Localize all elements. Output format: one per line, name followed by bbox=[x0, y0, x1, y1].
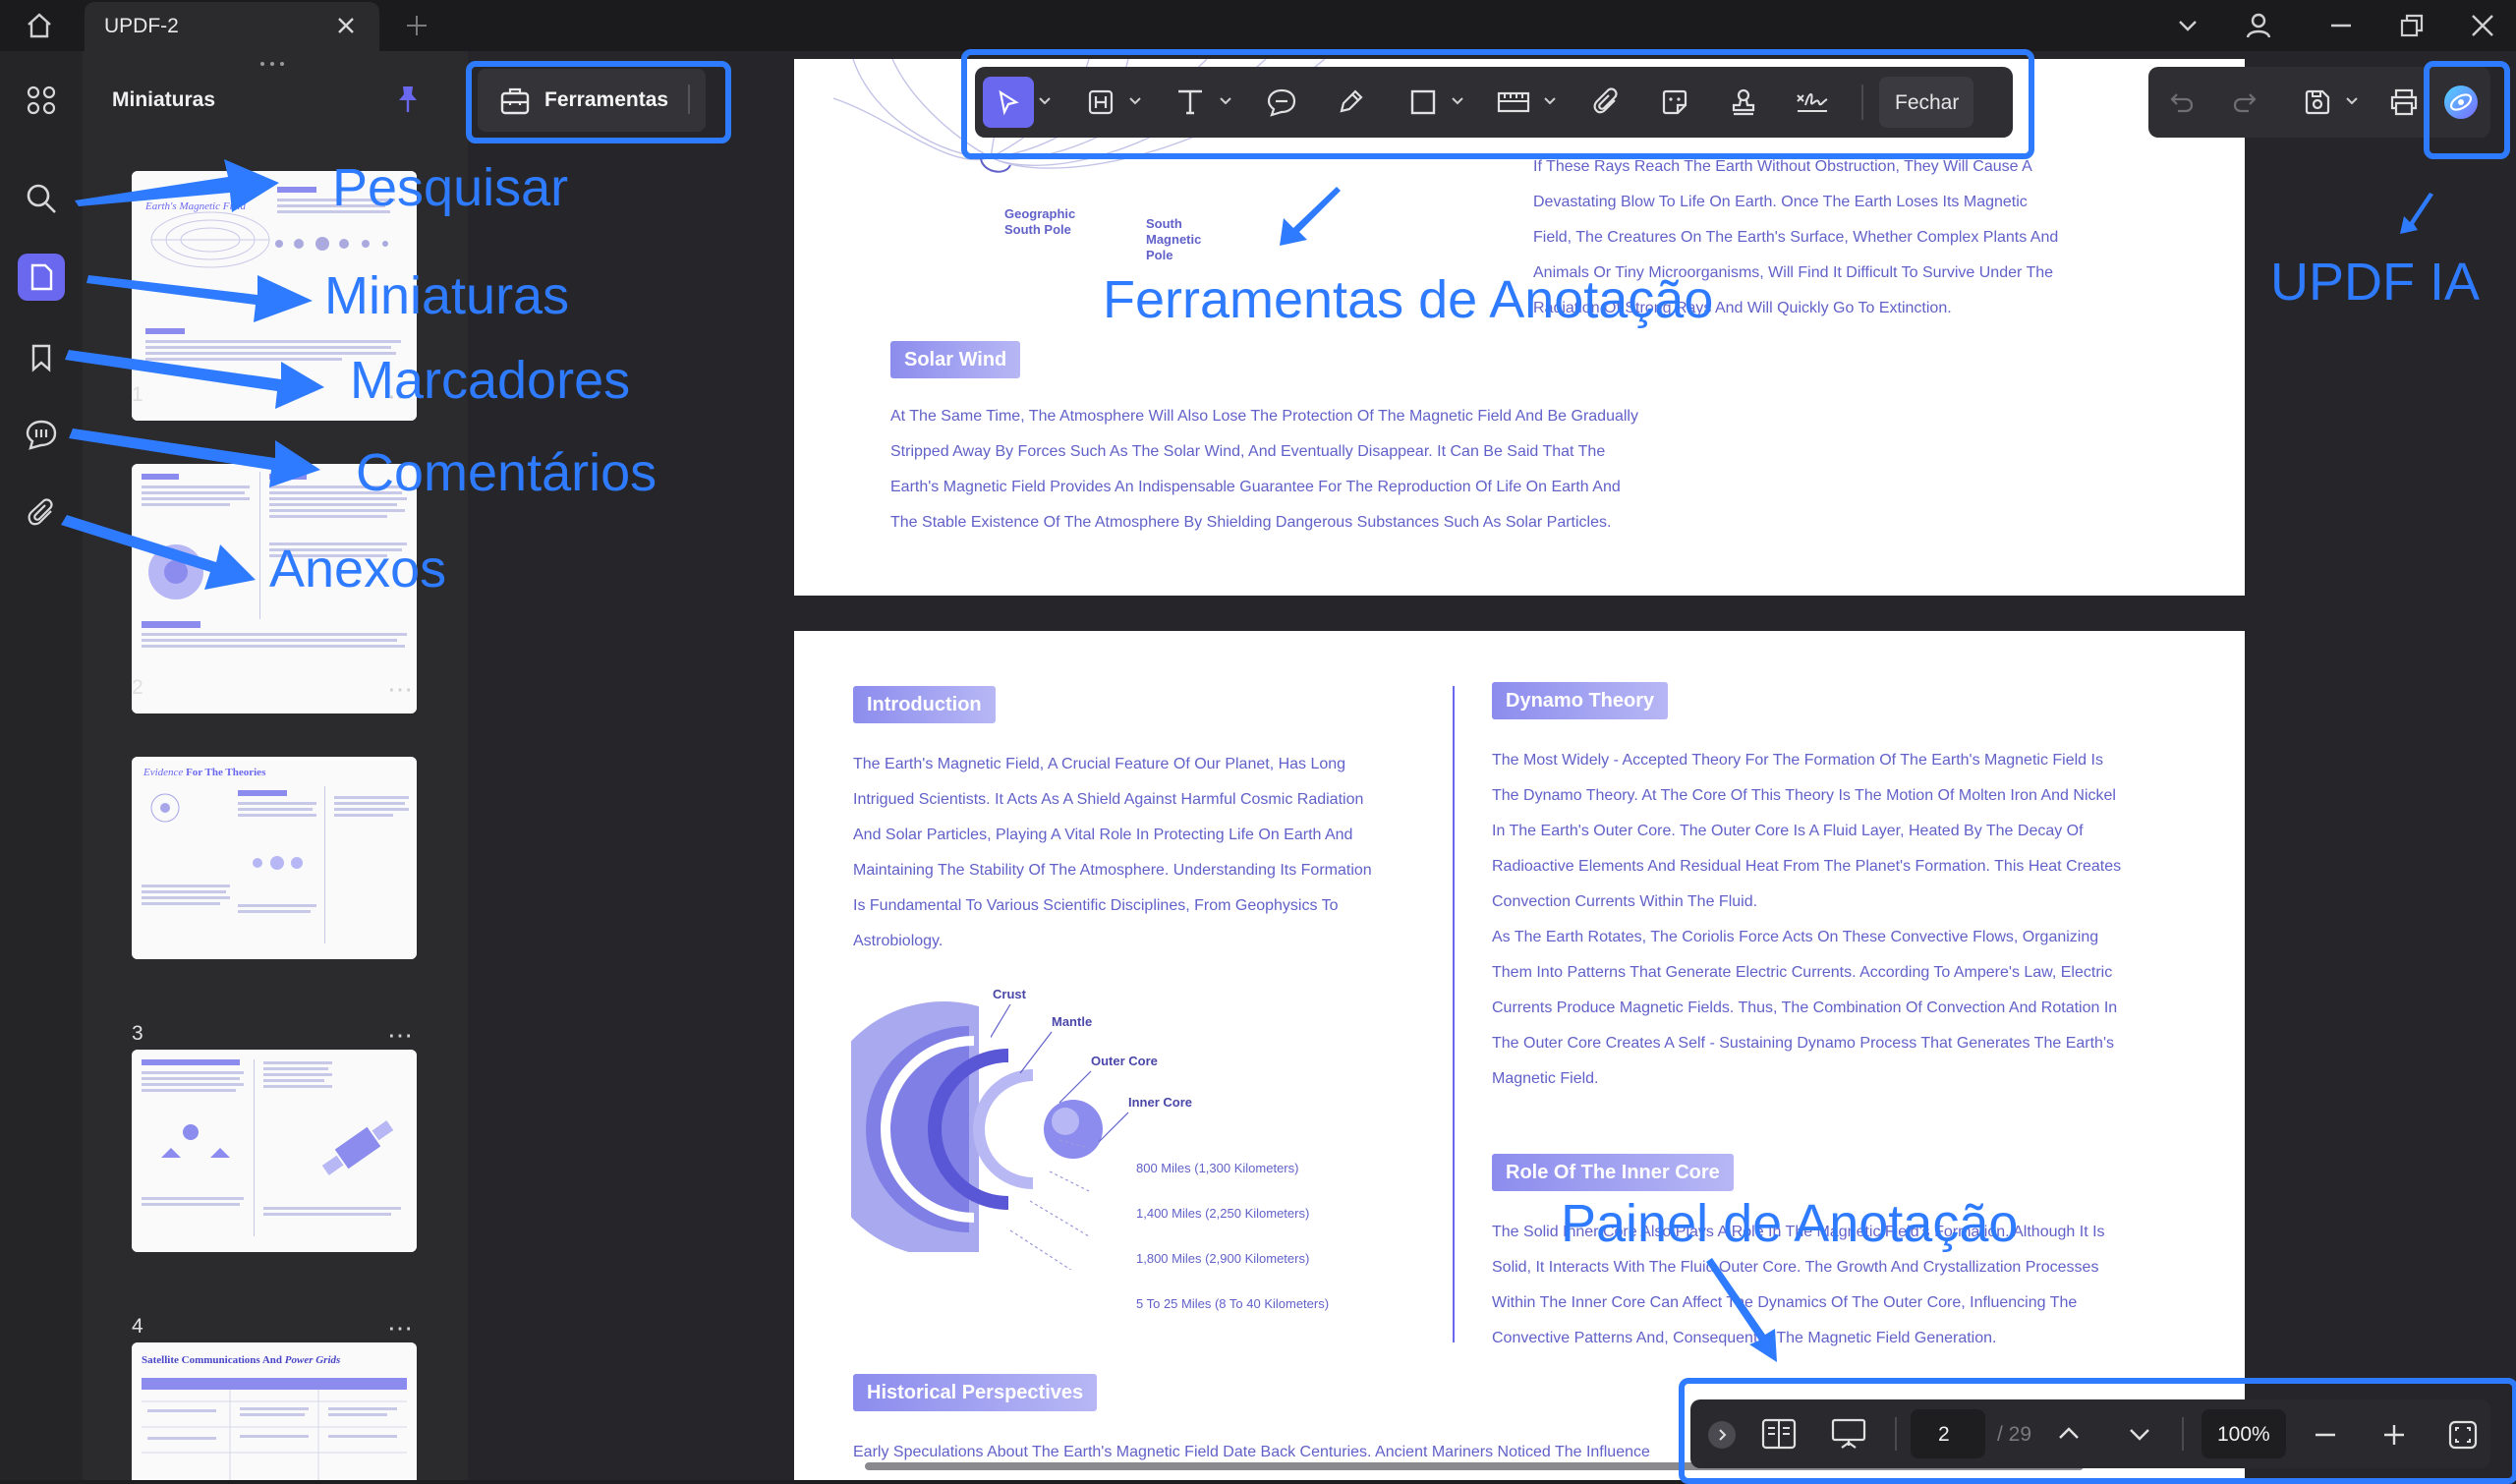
annotation-label-bookmarks: Marcadores bbox=[350, 351, 631, 410]
annotation-label-comments: Comentários bbox=[356, 443, 658, 502]
annotation-label-attachments: Anexos bbox=[269, 540, 447, 599]
annotation-label-search: Pesquisar bbox=[332, 158, 569, 217]
annotation-arrows bbox=[61, 159, 2433, 1362]
annotation-label-annotation-tools: Ferramentas de Anotação bbox=[1103, 270, 1714, 329]
annotation-label-thumbnails: Miniaturas bbox=[324, 266, 570, 325]
annotation-label-annotation-panel: Painel de Anotação bbox=[1561, 1194, 2019, 1253]
annotation-label-ai: UPDF IA bbox=[2270, 253, 2481, 312]
